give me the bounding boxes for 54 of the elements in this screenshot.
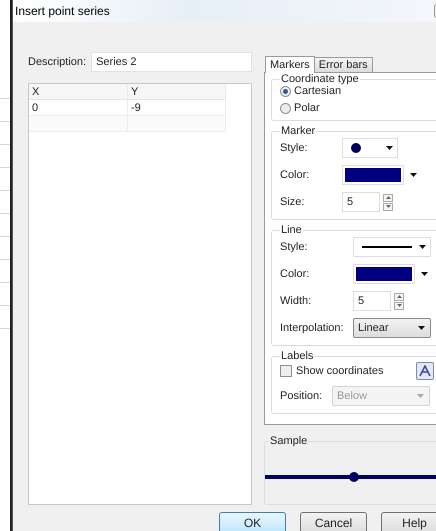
field-label: Color: bbox=[280, 169, 310, 181]
radio-label: Cartesian bbox=[294, 85, 342, 97]
spin-down-button[interactable] bbox=[383, 202, 393, 210]
marker-style-dropdown[interactable] bbox=[342, 138, 398, 158]
table-cell[interactable]: 0 bbox=[29, 100, 128, 116]
description-field[interactable]: Series 2 bbox=[91, 52, 252, 72]
dropdown-arrow-icon bbox=[417, 394, 424, 398]
dialog-button[interactable]: Cancel bbox=[300, 512, 367, 531]
window-title: Insert point series bbox=[15, 4, 110, 18]
column-header: Y bbox=[128, 84, 226, 100]
checkbox[interactable] bbox=[280, 365, 292, 377]
group-title: Coordinate type bbox=[280, 73, 360, 85]
field-label: Description: bbox=[28, 56, 86, 68]
dropdown-arrow-icon bbox=[386, 146, 393, 150]
spin-down-button[interactable] bbox=[394, 302, 404, 310]
up-arrow-icon bbox=[396, 295, 402, 298]
dropdown-arrow-icon bbox=[421, 272, 428, 276]
field-label: Position: bbox=[280, 390, 324, 402]
column-header: X bbox=[29, 84, 128, 100]
dropdown-arrow-icon bbox=[418, 326, 425, 330]
tab[interactable]: Markers bbox=[265, 56, 315, 73]
filled-circle-icon bbox=[351, 143, 361, 153]
table-cell[interactable]: -9 bbox=[128, 100, 226, 116]
dialog-button[interactable]: Help bbox=[381, 512, 436, 531]
field-label: Interpolation: bbox=[280, 322, 345, 334]
checkbox-label: Show coordinates bbox=[296, 365, 384, 377]
down-arrow-icon bbox=[396, 304, 402, 307]
spin-up-button[interactable] bbox=[383, 194, 393, 202]
letter-a-icon bbox=[419, 365, 431, 377]
field-label: Style: bbox=[280, 142, 309, 154]
font-button[interactable] bbox=[416, 362, 434, 380]
radio-button[interactable] bbox=[280, 86, 291, 96]
field-label: Style: bbox=[280, 241, 309, 253]
group-title: Sample bbox=[269, 435, 308, 447]
number-field[interactable]: 5 bbox=[342, 192, 380, 212]
dropdown-arrow-icon bbox=[419, 245, 426, 249]
line-style-dropdown[interactable] bbox=[353, 237, 431, 257]
tab[interactable]: Error bars bbox=[314, 57, 373, 72]
radio-label: Polar bbox=[294, 102, 320, 114]
group-title: Marker bbox=[280, 125, 316, 137]
group-title: Labels bbox=[280, 350, 314, 362]
field-label: Size: bbox=[280, 196, 306, 208]
dropdown-arrow-icon bbox=[410, 173, 417, 177]
down-arrow-icon bbox=[386, 205, 390, 208]
radio-button[interactable] bbox=[280, 102, 291, 114]
solid-line-icon bbox=[362, 246, 412, 248]
interpolation-dropdown[interactable]: Linear bbox=[353, 318, 431, 338]
number-field[interactable]: 5 bbox=[353, 291, 391, 311]
group-title: Line bbox=[280, 224, 303, 236]
dialog-button[interactable]: OK bbox=[219, 512, 286, 531]
field-label: Width: bbox=[280, 295, 312, 307]
up-arrow-icon bbox=[386, 196, 390, 199]
spin-up-button[interactable] bbox=[394, 292, 404, 300]
field-label: Color: bbox=[280, 268, 310, 280]
